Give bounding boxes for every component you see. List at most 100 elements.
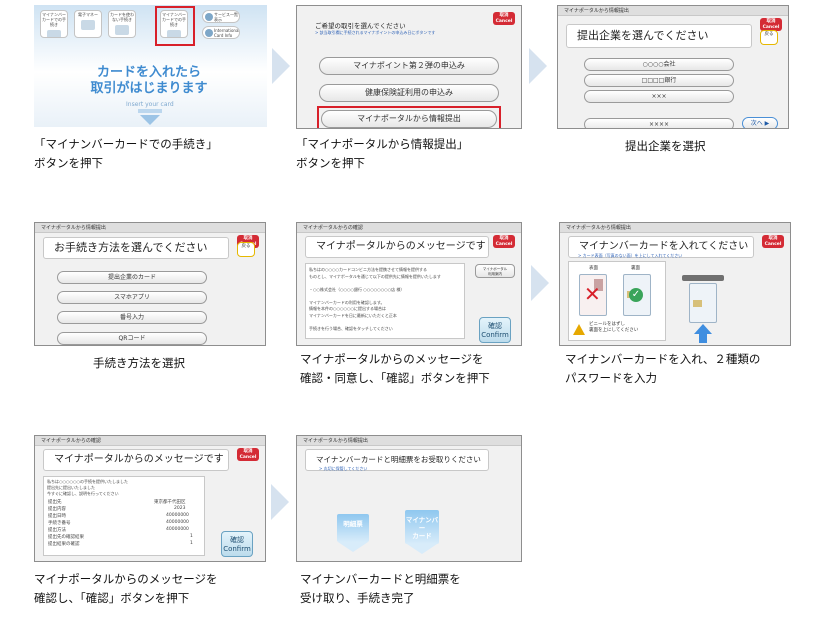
tile-button-3[interactable]: カードを使わない手続き — [108, 10, 136, 38]
receipt-eject-arrow — [338, 542, 368, 552]
table-row: 提出先 — [48, 500, 62, 505]
table-row: 提出内容 — [48, 507, 66, 512]
table-row: 提出先の確認結果 — [48, 535, 84, 540]
emoney-icon — [81, 20, 95, 30]
tile-button-1[interactable]: マイナンバーカードでの手続き — [40, 10, 68, 38]
card-slot-graphic — [682, 275, 724, 281]
receipt-eject-graphic: 明細票 — [337, 514, 369, 542]
card-icon — [47, 30, 61, 37]
page-subtitle: > 丸切に保管してください — [319, 466, 368, 471]
screen-message-confirm: マイナポータルからの確認 取消 Cancel マイナポータルからのメッセージです… — [34, 435, 266, 562]
page-title: ご希望の取引を選んでください — [315, 22, 406, 30]
insert-card-message: カードを入れたら 取引がはじまります — [90, 65, 208, 96]
step-arrow-3 — [531, 265, 549, 301]
table-row: 40000000 — [166, 520, 189, 525]
screen-header: マイナポータルから情報提出 — [560, 223, 790, 233]
service-list-button[interactable]: サービス一覧表示 — [202, 10, 240, 23]
step-arrow-1 — [272, 48, 290, 84]
insert-card-english: Insert your card — [126, 101, 174, 108]
insert-up-arrow-icon — [694, 324, 712, 334]
table-row: 2023 — [174, 506, 186, 511]
message-panel: 私ちはの○○○○カードコンビニ方法を提携させて情報を提供する ものとし、マイナポ… — [305, 263, 465, 339]
wrong-mark-icon: ✕ — [584, 282, 601, 306]
caption-step-5: マイナポータルからのメッセージを 確認・同意し、「確認」ボタンを押下 — [300, 352, 490, 385]
table-row: 東京都千代田区 — [154, 500, 186, 505]
screen-header: マイナポータルから情報提出 — [297, 436, 521, 446]
method-smartphone-app[interactable]: スマホアプリ — [57, 291, 207, 304]
insert-slot-graphic — [138, 109, 162, 113]
highlight-box — [155, 6, 195, 46]
screen-header: マイナポータルからの確認 — [35, 436, 265, 446]
method-company-card[interactable]: 提出企業のカード — [57, 271, 207, 284]
highlight-box — [317, 106, 501, 128]
table-row: 1 — [190, 541, 193, 546]
caption-step-1: 「マイナンバーカードでの手続き」 ボタンを押下 — [34, 137, 218, 170]
international-card-button[interactable]: International Card Info — [202, 26, 240, 39]
option-health-insurance[interactable]: 健康保険証利用の申込み — [319, 84, 499, 102]
caption-step-8: マイナンバーカードと明細票を 受け取り、手続き完了 — [300, 572, 461, 605]
step-arrow-2 — [529, 48, 547, 84]
caption-step-2: 「マイナポータルから情報提出」 ボタンを押下 — [296, 137, 469, 170]
warning-text: ビニールをはずし 裏面を上にしてください — [589, 322, 639, 333]
step-arrow-4 — [271, 484, 289, 520]
screen-select-company: マイナポータルから情報提出 取消 Cancel 提出企業を選んでください 戻る … — [557, 5, 789, 129]
company-option-3[interactable]: ××× — [584, 90, 734, 103]
screen-header: マイナポータルから情報提出 — [558, 6, 788, 16]
insert-down-arrow — [140, 115, 160, 125]
card-insert-image — [689, 283, 717, 323]
table-row: 1 — [190, 534, 193, 539]
caption-step-7: マイナポータルからのメッセージを 確認し、「確認」ボタンを押下 — [34, 572, 218, 605]
table-row: 提出方法 — [48, 528, 66, 533]
screen-insert-card: マイナポータルから情報提出 取消 Cancel マイナンバーカードを入れてくださ… — [559, 222, 791, 346]
back-button[interactable]: 戻る — [760, 30, 778, 45]
cancel-button[interactable]: 取消 Cancel — [237, 448, 259, 461]
card-eject-graphic: マイナンバー カード — [405, 510, 439, 544]
caption-step-6: マイナンバーカードを入れ、２種類の パスワードを入力 — [565, 352, 761, 385]
screen-header: マイナポータルからの確認 — [297, 223, 521, 233]
screen-kiosk-home: マイナンバーカードでの手続き 電子マネー カードを使わない手続き マイナンバーカ… — [34, 5, 267, 127]
company-option-4[interactable]: ×××× — [584, 118, 734, 128]
message-body: 私ちは○○○○○○の手続を提供いたしました 提出先に提出いたしました 今すぐに確… — [47, 479, 128, 496]
portal-guide-button[interactable]: マイナポータル 利用案内 — [475, 264, 515, 278]
cancel-button[interactable]: 取消 Cancel — [493, 235, 515, 248]
correct-mark-icon: ✓ — [629, 288, 643, 302]
screen-header: マイナポータルから情報提出 — [35, 223, 265, 233]
insert-arrow-stem — [699, 333, 707, 343]
page-subtitle: > カード表面（写真のない面）を上にして入れてください — [578, 253, 683, 258]
card-instruction-panel: 表面 裏面 ✕ ✓ ビニールをはずし 裏面を上にしてください — [568, 261, 666, 341]
page-subtitle: > 該当取引欄に手続されるマイナポイントの申込み日にボタンです — [315, 30, 436, 35]
document-icon — [115, 25, 129, 35]
cancel-button[interactable]: 取消 Cancel — [762, 235, 784, 248]
confirm-button[interactable]: 確認 Confirm — [479, 317, 511, 343]
table-row: 提出日時 — [48, 514, 66, 519]
label-front: 裏面 — [631, 266, 640, 271]
page-title: お手続き方法を選んでください — [43, 237, 229, 259]
table-row: 手続き番号 — [48, 521, 71, 526]
warning-icon — [573, 324, 585, 335]
confirm-button[interactable]: 確認 Confirm — [221, 531, 253, 557]
method-number-input[interactable]: 番号入力 — [57, 311, 207, 324]
page-title: マイナポータルからのメッセージです — [305, 236, 489, 258]
next-button[interactable]: 次へ ▶ — [742, 117, 778, 128]
back-button[interactable]: 戻る — [237, 242, 255, 257]
label-back: 表面 — [589, 266, 598, 271]
screen-select-transaction: 取消 Cancel ご希望の取引を選んでください > 該当取引欄に手続されるマイ… — [296, 5, 522, 129]
page-title: マイナポータルからのメッセージです — [43, 449, 229, 471]
page-title: 提出企業を選んでください — [566, 24, 752, 48]
caption-step-3: 提出企業を選択 — [625, 139, 706, 153]
table-row: 40000000 — [166, 513, 189, 518]
method-qr-code[interactable]: QRコード — [57, 332, 207, 345]
table-row: 提出結果の確認 — [48, 542, 80, 547]
globe-icon — [205, 29, 213, 37]
caption-step-4: 手続き方法を選択 — [93, 356, 185, 370]
tile-button-2[interactable]: 電子マネー — [74, 10, 102, 38]
screen-select-method: マイナポータルから情報提出 取消 Cancel お手続き方法を選んでください 戻… — [34, 222, 266, 346]
screen-message-agree: マイナポータルからの確認 取消 Cancel マイナポータルからのメッセージです… — [296, 222, 522, 346]
company-option-1[interactable]: ○○○○会社 — [584, 58, 734, 71]
option-mynapoint[interactable]: マイナポイント第２弾の申込み — [319, 57, 499, 75]
cancel-button[interactable]: 取消 Cancel — [493, 12, 515, 25]
company-option-2[interactable]: □□□□銀行 — [584, 74, 734, 87]
table-row: 40000000 — [166, 527, 189, 532]
service-icon — [205, 13, 213, 21]
message-body: 私ちはの○○○○カードコンビニ方法を提携させて情報を提供する ものとし、マイナポ… — [309, 267, 441, 331]
